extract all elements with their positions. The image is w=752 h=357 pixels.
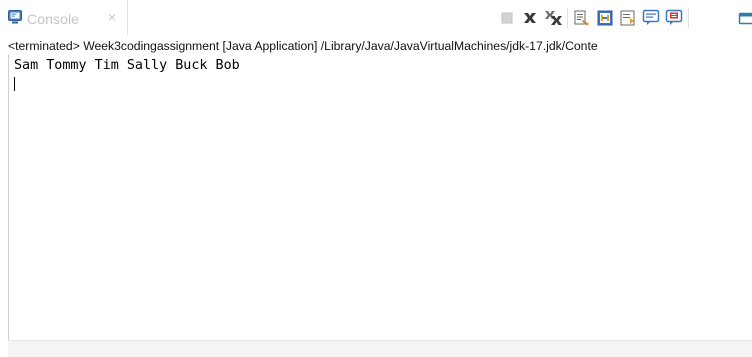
console-status-line: <terminated> Week3codingassignment [Java… <box>8 39 598 53</box>
console-toolbar: Console × <box>0 0 752 35</box>
stop-icon[interactable] <box>498 9 516 27</box>
remove-all-x-icon[interactable] <box>544 9 562 27</box>
open-console-icon[interactable] <box>738 9 752 27</box>
console-left-border <box>8 54 9 340</box>
stdout-icon[interactable] <box>642 9 660 27</box>
close-icon[interactable]: × <box>108 10 116 24</box>
toolbar-separator <box>688 8 689 28</box>
word-wrap-icon[interactable] <box>619 9 637 27</box>
stderr-icon[interactable] <box>665 9 683 27</box>
scroll-lock-icon[interactable] <box>596 9 614 27</box>
console-view: Console × <terminated> Week3codingassign… <box>0 0 752 357</box>
toolbar-separator <box>567 8 568 28</box>
console-bottom-bar <box>8 340 752 357</box>
console-icon <box>8 10 22 24</box>
tab-console-label: Console <box>27 11 80 27</box>
remove-x-icon[interactable] <box>521 9 539 27</box>
clear-console-icon[interactable] <box>573 9 591 27</box>
console-output-text[interactable]: Sam Tommy Tim Sally Buck Bob <box>14 57 240 75</box>
tab-console[interactable]: Console × <box>0 0 128 35</box>
text-caret <box>14 77 15 91</box>
